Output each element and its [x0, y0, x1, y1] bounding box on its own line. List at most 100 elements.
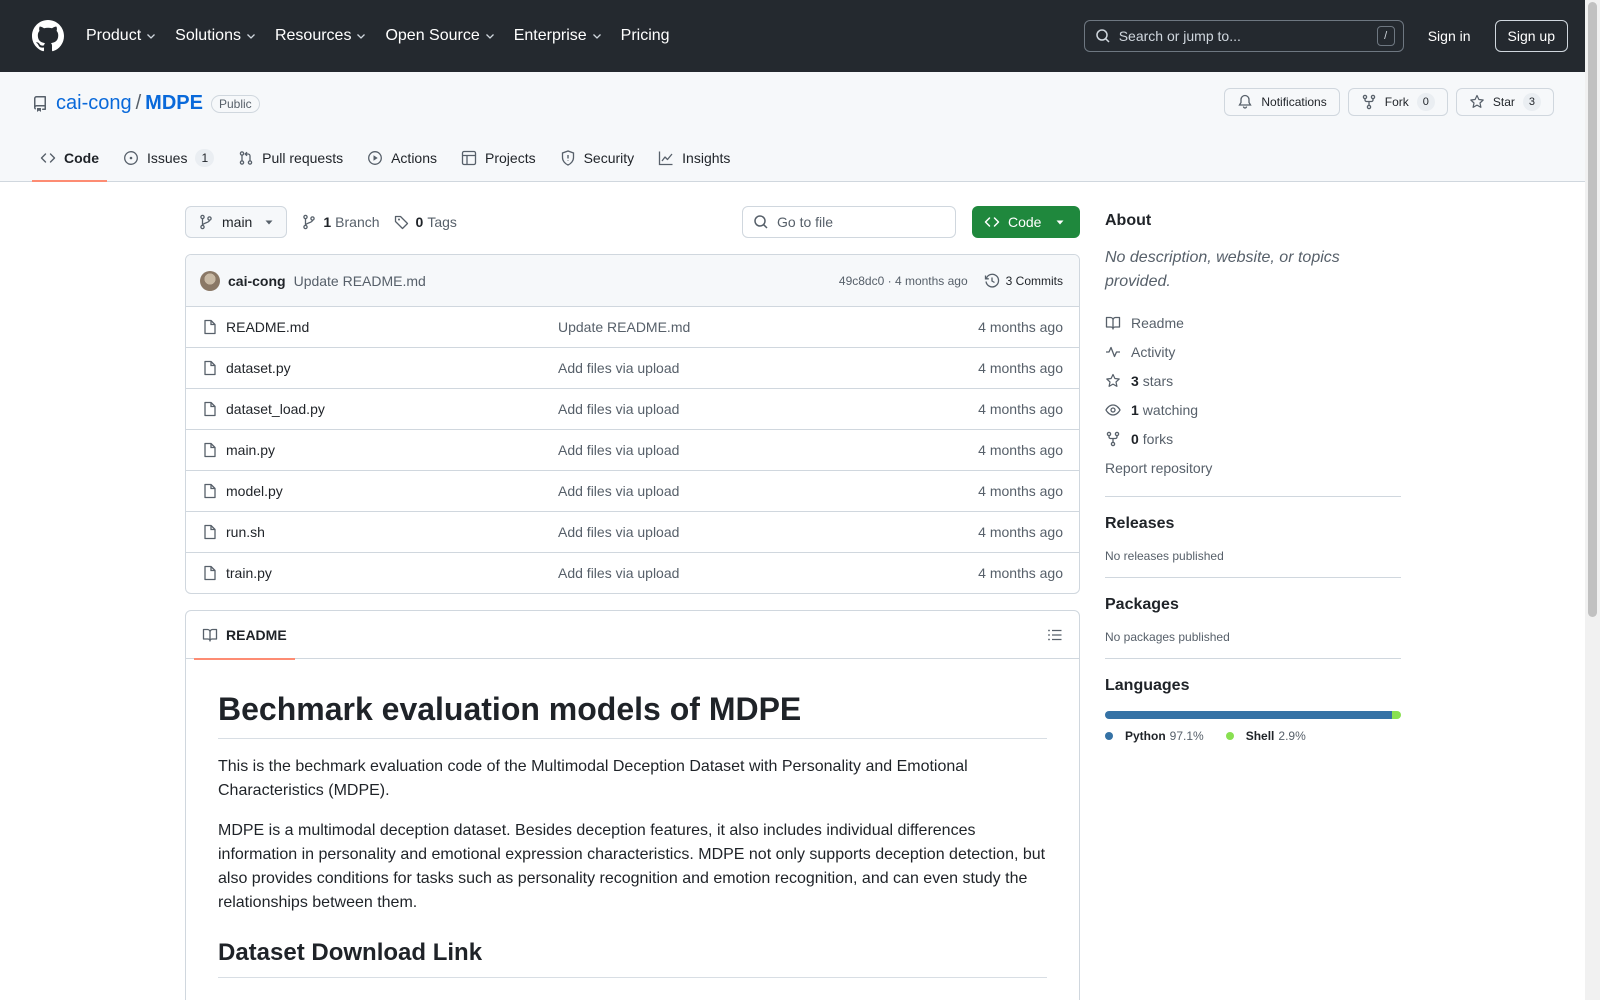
about-description: No description, website, or topics provi… — [1105, 249, 1340, 290]
commit-hash-time[interactable]: 49c8dc0 · 4 months ago — [839, 274, 968, 288]
tab-security[interactable]: Security — [552, 135, 643, 181]
nav-solutions[interactable]: Solutions — [175, 27, 257, 45]
repo-sidebar: About No description, website, or topics… — [1105, 212, 1401, 743]
bell-icon — [1238, 94, 1253, 109]
page-scrollbar[interactable] — [1585, 0, 1600, 1000]
go-to-file-input[interactable]: Go to file — [742, 206, 956, 238]
readme-tab[interactable]: README — [194, 611, 295, 660]
github-logo-icon[interactable] — [32, 20, 64, 52]
branch-icon — [303, 214, 316, 230]
file-icon — [204, 524, 216, 540]
nav-open-source[interactable]: Open Source — [385, 27, 495, 45]
file-toolbar: main 1 Branch 0 Tags Go to file Code — [185, 206, 1080, 238]
table-row: README.md Update README.md 4 months ago — [186, 307, 1079, 348]
star-icon — [1106, 373, 1120, 387]
divider — [1105, 658, 1401, 659]
fork-icon — [1106, 431, 1120, 446]
readme-heading: Dataset Download Link — [218, 939, 1047, 978]
file-commit-message-link[interactable]: Add files via upload — [558, 401, 978, 417]
fork-button[interactable]: Fork 0 — [1347, 88, 1448, 116]
branch-name: main — [222, 214, 253, 230]
watching-link[interactable]: 1 watching — [1105, 395, 1401, 424]
file-age: 4 months ago — [978, 524, 1063, 540]
file-name-link[interactable]: dataset.py — [226, 360, 558, 376]
nav-product[interactable]: Product — [86, 27, 157, 45]
list-outline-icon[interactable] — [1047, 627, 1063, 643]
branch-count: 1 — [323, 214, 332, 230]
tab-pull-requests[interactable]: Pull requests — [230, 135, 351, 181]
file-commit-message-link[interactable]: Add files via upload — [558, 483, 978, 499]
commit-author-link[interactable]: cai-cong — [228, 273, 286, 289]
file-name-link[interactable]: dataset_load.py — [226, 401, 558, 417]
code-icon — [40, 153, 56, 163]
nav-enterprise[interactable]: Enterprise — [514, 27, 603, 45]
avatar[interactable] — [200, 270, 220, 291]
file-commit-message-link[interactable]: Add files via upload — [558, 360, 978, 376]
star-count: 3 — [1522, 93, 1541, 111]
repo-name-link[interactable]: MDPE — [145, 92, 203, 115]
divider — [1105, 496, 1401, 497]
file-name-link[interactable]: README.md — [226, 319, 558, 335]
file-age: 4 months ago — [978, 483, 1063, 499]
readme-link[interactable]: Readme — [1105, 308, 1401, 337]
tags-link[interactable]: 0 Tags — [394, 214, 457, 230]
file-name-link[interactable]: main.py — [226, 442, 558, 458]
global-nav: Product Solutions Resources Open Source … — [86, 27, 688, 45]
language-python[interactable]: Python 97.1% — [1105, 729, 1204, 743]
scrollbar-thumb[interactable] — [1588, 2, 1597, 617]
file-name-link[interactable]: run.sh — [226, 524, 558, 540]
readme-title: Bechmark evaluation models of MDPE — [218, 691, 1047, 739]
forks-link[interactable]: 0 forks — [1105, 424, 1401, 453]
star-button[interactable]: Star 3 — [1455, 88, 1554, 116]
table-row: dataset.py Add files via upload 4 months… — [186, 348, 1079, 389]
language-shell[interactable]: Shell 2.9% — [1225, 729, 1306, 743]
issue-icon — [124, 151, 138, 165]
search-icon — [1095, 29, 1110, 43]
file-name-link[interactable]: train.py — [226, 565, 558, 581]
star-icon — [1470, 94, 1484, 108]
code-dropdown-button[interactable]: Code — [972, 206, 1080, 238]
global-header: Product Solutions Resources Open Source … — [0, 0, 1600, 72]
chevron-down-icon — [147, 34, 156, 39]
branches-link[interactable]: 1 Branch — [301, 214, 380, 230]
issues-count: 1 — [195, 149, 215, 167]
sign-in-link[interactable]: Sign in — [1428, 28, 1471, 44]
branch-select-button[interactable]: main — [185, 206, 288, 238]
repo-owner-link[interactable]: cai-cong — [56, 92, 132, 115]
file-commit-message-link[interactable]: Update README.md — [558, 319, 978, 335]
releases-heading[interactable]: Releases — [1105, 515, 1401, 533]
nav-resources[interactable]: Resources — [275, 27, 367, 45]
shield-icon — [561, 150, 574, 166]
readme-header: README — [186, 611, 1079, 660]
table-row: model.py Add files via upload 4 months a… — [186, 471, 1079, 512]
file-name-link[interactable]: model.py — [226, 483, 558, 499]
main-content: main 1 Branch 0 Tags Go to file Code cai… — [185, 206, 1080, 1000]
file-commit-message-link[interactable]: Add files via upload — [558, 565, 978, 581]
file-age: 4 months ago — [978, 442, 1063, 458]
commits-history-link[interactable]: 3 Commits — [984, 273, 1063, 289]
file-commit-message-link[interactable]: Add files via upload — [558, 442, 978, 458]
language-dot — [1225, 732, 1234, 740]
search-placeholder: Search or jump to... — [1118, 28, 1241, 44]
packages-heading[interactable]: Packages — [1105, 596, 1401, 614]
tab-projects[interactable]: Projects — [453, 135, 544, 181]
global-search-input[interactable]: Search or jump to... / — [1083, 20, 1404, 52]
report-repository-link[interactable]: Report repository — [1105, 453, 1401, 482]
table-row: train.py Add files via upload 4 months a… — [186, 553, 1079, 593]
search-shortcut-key: / — [1376, 26, 1395, 46]
stars-link[interactable]: 3 stars — [1105, 366, 1401, 395]
tab-issues[interactable]: Issues 1 — [115, 135, 222, 181]
tab-insights[interactable]: Insights — [650, 135, 738, 181]
tab-actions[interactable]: Actions — [359, 135, 445, 181]
sign-up-button[interactable]: Sign up — [1494, 20, 1568, 52]
file-age: 4 months ago — [978, 319, 1063, 335]
pull-request-icon — [239, 151, 253, 165]
tab-code[interactable]: Code — [32, 135, 107, 182]
table-row: dataset_load.py Add files via upload 4 m… — [186, 389, 1079, 430]
notifications-button[interactable]: Notifications — [1224, 88, 1340, 116]
file-commit-message-link[interactable]: Add files via upload — [558, 524, 978, 540]
nav-pricing[interactable]: Pricing — [621, 27, 670, 45]
activity-link[interactable]: Activity — [1105, 337, 1401, 366]
repo-header: cai-cong / MDPE Public Notifications For… — [0, 72, 1600, 182]
commit-message-link[interactable]: Update README.md — [294, 273, 426, 289]
